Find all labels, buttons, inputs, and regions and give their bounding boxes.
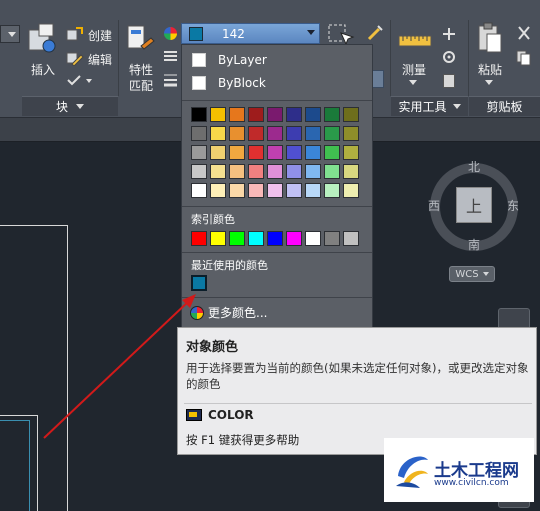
red-arrow-annotation bbox=[43, 294, 196, 439]
